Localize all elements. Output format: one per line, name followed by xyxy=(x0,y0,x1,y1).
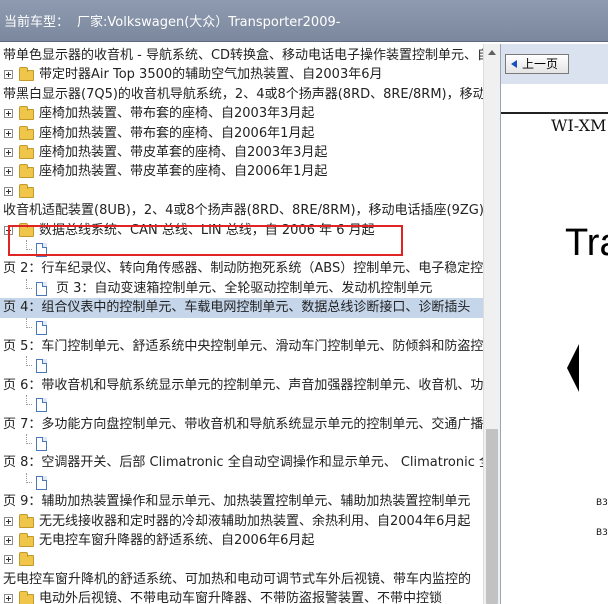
tree-item-label: 座椅加热装置、带布套的座椅、自2006年1月起 xyxy=(39,126,315,141)
tree-item-label: 带单色显示器的收音机 - 导航系统、CD转换盒、移动电话电子操作装置控制单元、自 xyxy=(3,48,483,63)
expand-icon[interactable] xyxy=(4,517,13,526)
folder-icon xyxy=(19,164,34,178)
tree-folder-item[interactable]: 电动外后视镜、不带电动车窗升降器、不带防盗报警装置、不带中控锁 xyxy=(0,589,483,604)
page-rule xyxy=(501,112,608,114)
tree-folder-item[interactable]: 座椅加热装置、带皮革套的座椅、自2003年3月起 xyxy=(0,143,483,163)
tree-item-label: 无无线接收器和定时器的冷却液辅助加热装置、余热利用、自2004年6月起 xyxy=(39,514,471,529)
tree-folder-item[interactable]: 无无线接收器和定时器的冷却液辅助加热装置、余热利用、自2004年6月起 xyxy=(0,512,483,532)
tree-document-item[interactable] xyxy=(0,395,483,415)
tree-item-label: 页 6：带收音机和导航系统显示单元的控制单元、声音加强器控制单元、收音机、功 xyxy=(3,378,483,393)
document-code: WI-XM xyxy=(551,116,607,135)
expand-icon[interactable] xyxy=(4,555,13,564)
tree-item-label: 页 5：车门控制单元、舒适系统中央控制单元、滑动车门控制单元、防倾斜和防盗控 xyxy=(3,339,483,354)
folder-icon xyxy=(19,591,34,604)
tree-document-item[interactable] xyxy=(0,318,483,338)
document-icon xyxy=(36,476,47,490)
tree-item-label: 座椅加热装置、带布套的座椅、自2003年3月起 xyxy=(39,106,315,121)
tree-folder-item[interactable] xyxy=(0,550,483,570)
tree-item[interactable]: 页 2：行车纪录仪、转向角传感器、制动防抱死系统（ABS）控制单元、电子稳定控 xyxy=(0,259,483,279)
current-model: 当前车型： 厂家:Volkswagen(大众）Transporter2009- xyxy=(4,11,340,30)
tree-connector xyxy=(26,473,32,483)
document-icon xyxy=(36,282,47,296)
tree-item-label: 页 7：多功能方向盘控制单元、带收音机和导航系统显示单元的控制单元、交通广播 xyxy=(3,417,483,432)
wiring-diagram-tree[interactable]: 带单色显示器的收音机 - 导航系统、CD转换盒、移动电话电子操作装置控制单元、自… xyxy=(0,44,483,604)
previous-page-button[interactable]: 上一页 xyxy=(505,54,569,74)
folder-icon xyxy=(19,145,34,159)
tree-item-label: 无电控车窗升降机的舒适系统、可加热和电动可调节式车外后视镜、带车内监控的 xyxy=(3,572,472,587)
tree-connector xyxy=(26,434,32,444)
tree-connector xyxy=(26,279,32,289)
tree-item[interactable]: 收音机适配装置(8UB)，2、4或8个扬声器(8RD、8RE/8RM)，移动电话… xyxy=(0,201,483,221)
tree-folder-item[interactable]: 无电控车窗升降器的舒适系统、自2006年6月起 xyxy=(0,531,483,551)
tree-item[interactable]: 带单色显示器的收音机 - 导航系统、CD转换盒、移动电话电子操作装置控制单元、自 xyxy=(0,46,483,66)
folder-icon xyxy=(19,106,34,120)
tree-scrollbar[interactable] xyxy=(483,44,500,604)
model-value: 厂家:Volkswagen(大众）Transporter2009- xyxy=(77,15,341,30)
tree-item[interactable]: 带黑白显示器(7Q5)的收音机导航系统，2、4或8个扬声器(8RD、8RE/8R… xyxy=(0,85,483,105)
tree-item[interactable]: 页 8：空调器开关、后部 Climatronic 全自动空调操作和显示单元、 C… xyxy=(0,453,483,473)
folder-icon xyxy=(19,126,34,140)
tree-item[interactable]: 页 7：多功能方向盘控制单元、带收音机和导航系统显示单元的控制单元、交通广播 xyxy=(0,415,483,435)
tree-folder-item[interactable]: 座椅加热装置、带布套的座椅、自2006年1月起 xyxy=(0,124,483,144)
folder-icon xyxy=(19,67,34,81)
expand-icon[interactable] xyxy=(4,109,13,118)
tree-document-item[interactable] xyxy=(0,434,483,454)
tree-item-label: 页 4：组合仪表中的控制单元、车载电网控制单元、数据总线诊断接口、诊断插头 xyxy=(3,300,471,315)
tree-item-label: 页 8：空调器开关、后部 Climatronic 全自动空调操作和显示单元、 C… xyxy=(3,455,483,470)
document-icon xyxy=(36,437,47,451)
folder-icon xyxy=(19,514,34,528)
tree-item-label: 电动外后视镜、不带电动车窗升降器、不带防盗报警装置、不带中控锁 xyxy=(39,591,443,604)
tree-item[interactable]: 无电控车窗升降机的舒适系统、可加热和电动可调节式车外后视镜、带车内监控的 xyxy=(0,570,483,590)
expand-icon[interactable] xyxy=(4,70,13,79)
expand-icon[interactable] xyxy=(4,129,13,138)
expand-icon[interactable] xyxy=(4,167,13,176)
tree-document-item[interactable]: 页 3：自动变速箱控制单元、全轮驱动控制单元、发动机控制单元 xyxy=(0,279,483,299)
tree-connector xyxy=(26,395,32,405)
tree-folder-item[interactable]: 带定时器Air Top 3500的辅助空气加热装置、自2003年6月 xyxy=(0,65,483,85)
tree-item[interactable]: 页 6：带收音机和导航系统显示单元的控制单元、声音加强器控制单元、收音机、功 xyxy=(0,376,483,396)
previous-page-label: 上一页 xyxy=(522,57,559,71)
tree-item[interactable]: 页 4：组合仪表中的控制单元、车载电网控制单元、数据总线诊断接口、诊断插头 xyxy=(0,298,483,318)
tree-item[interactable]: 页 5：车门控制单元、舒适系统中央控制单元、滑动车门控制单元、防倾斜和防盗控 xyxy=(0,337,483,357)
document-title-fragment: Tra xyxy=(565,222,608,264)
expand-icon[interactable] xyxy=(4,536,13,545)
scroll-up-arrow-icon[interactable] xyxy=(484,44,500,61)
tree-item-label: 座椅加热装置、带皮革套的座椅、自2006年1月起 xyxy=(39,164,328,179)
model-label: 当前车型： xyxy=(4,15,70,30)
document-icon xyxy=(36,359,47,373)
folder-icon xyxy=(19,533,34,547)
tree-folder-item[interactable]: 座椅加热装置、带皮革套的座椅、自2006年1月起 xyxy=(0,162,483,182)
tree-document-item[interactable] xyxy=(0,473,483,493)
arrow-left-icon xyxy=(511,60,517,68)
diagram-ref-label: B3 xyxy=(596,528,608,538)
title-bar: 当前车型： 厂家:Volkswagen(大众）Transporter2009- xyxy=(0,0,608,42)
tree-item-label: 页 9：辅助加热装置操作和显示单元、加热装置控制单元、辅助加热装置控制单元 xyxy=(3,494,471,509)
tree-document-item[interactable] xyxy=(0,356,483,376)
tree-item-label: 带定时器Air Top 3500的辅助空气加热装置、自2003年6月 xyxy=(39,67,383,82)
scrollbar-thumb[interactable] xyxy=(486,429,498,604)
document-icon xyxy=(36,398,47,412)
diagram-arrow-shape xyxy=(567,344,579,392)
tree-item-label: 页 3：自动变速箱控制单元、全轮驱动控制单元、发动机控制单元 xyxy=(56,281,433,296)
document-icon xyxy=(36,321,47,335)
tree-item-label: 座椅加热装置、带皮革套的座椅、自2003年3月起 xyxy=(39,145,328,160)
tree-item-label: 收音机适配装置(8UB)，2、4或8个扬声器(8RD、8RE/8RM)，移动电话… xyxy=(3,203,483,218)
highlight-annotation xyxy=(8,225,403,256)
expand-icon[interactable] xyxy=(4,594,13,603)
folder-icon xyxy=(19,552,34,566)
document-viewer: 上一页 WI-XM Tra B3 B3 xyxy=(500,44,608,604)
viewer-toolbar: 上一页 xyxy=(501,44,608,84)
tree-item[interactable]: 页 9：辅助加热装置操作和显示单元、加热装置控制单元、辅助加热装置控制单元 xyxy=(0,492,483,512)
tree-item-label: 页 2：行车纪录仪、转向角传感器、制动防抱死系统（ABS）控制单元、电子稳定控 xyxy=(3,261,483,276)
tree-folder-item[interactable] xyxy=(0,182,483,202)
tree-item-label: 无电控车窗升降器的舒适系统、自2006年6月起 xyxy=(39,533,315,548)
diagram-ref-label: B3 xyxy=(596,498,608,508)
tree-connector xyxy=(26,318,32,328)
folder-icon xyxy=(19,184,34,198)
expand-icon[interactable] xyxy=(4,187,13,196)
tree-connector xyxy=(26,356,32,366)
tree-item-label: 带黑白显示器(7Q5)的收音机导航系统，2、4或8个扬声器(8RD、8RE/8R… xyxy=(3,87,483,102)
expand-icon[interactable] xyxy=(4,148,13,157)
tree-folder-item[interactable]: 座椅加热装置、带布套的座椅、自2003年3月起 xyxy=(0,104,483,124)
